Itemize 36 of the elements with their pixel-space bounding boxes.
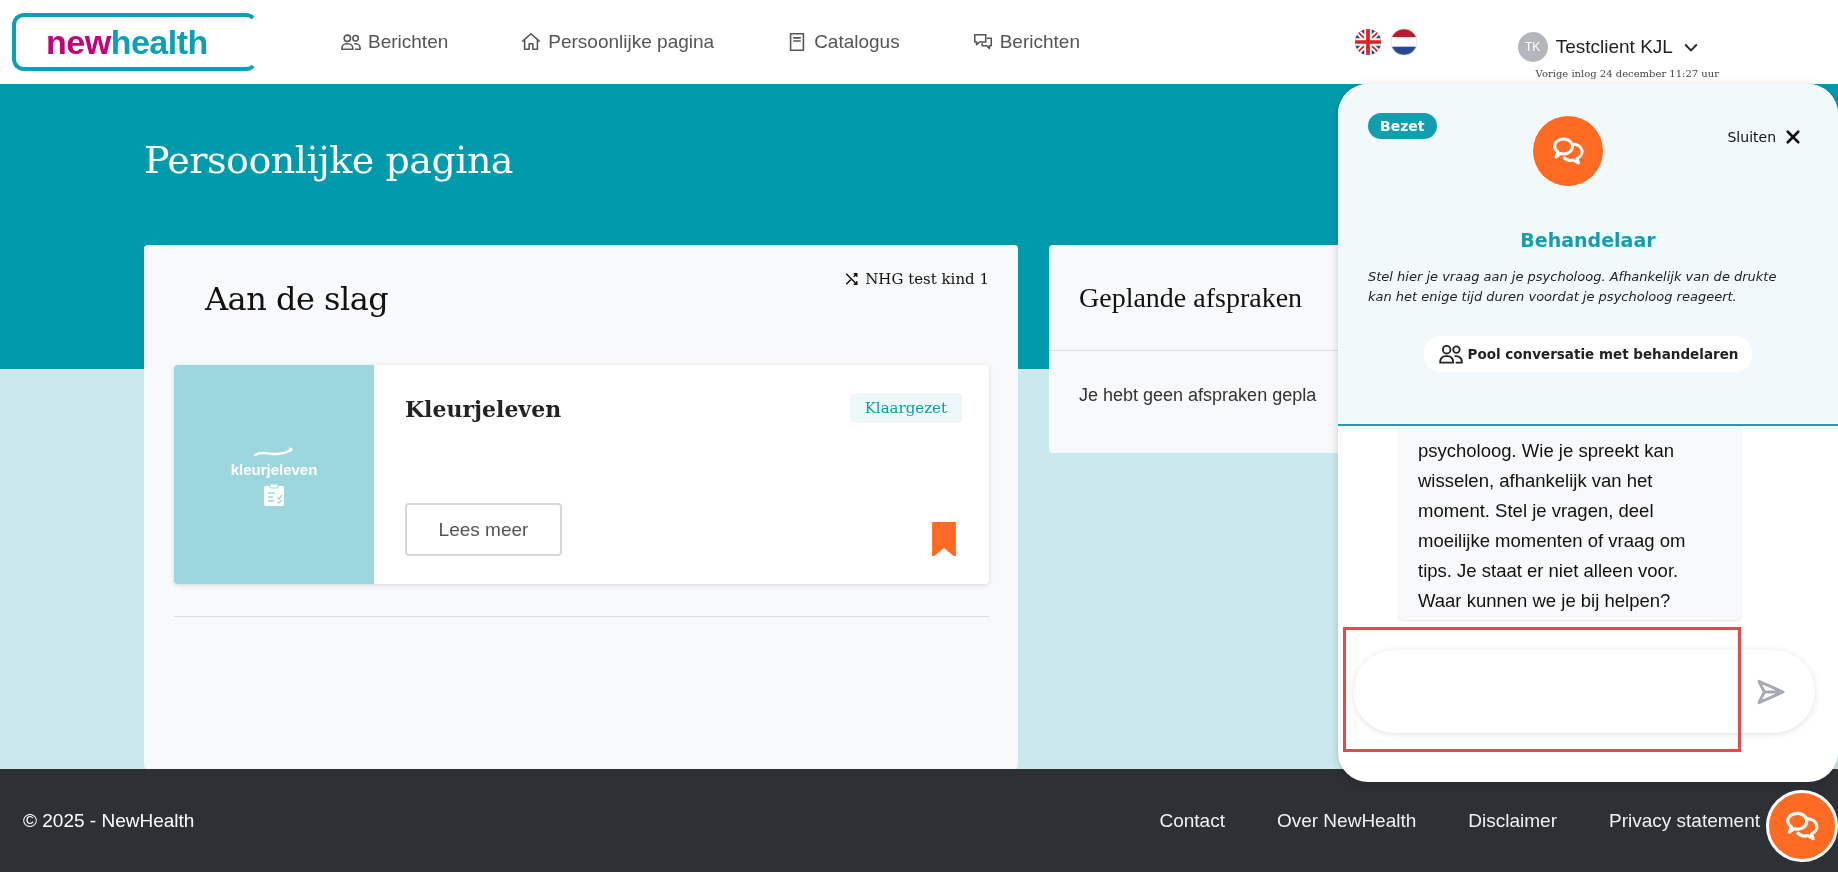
read-more-button[interactable]: Lees meer	[405, 503, 562, 556]
nav-link[interactable]: Berichten	[971, 31, 1080, 53]
nav-link[interactable]: Catalogus	[786, 31, 900, 53]
nav-link[interactable]: Berichten	[340, 31, 449, 53]
footer-link[interactable]: Contact	[1159, 809, 1225, 832]
home-icon	[520, 31, 543, 53]
intro-text: Stel hier je vraag aan je psycholoog. Afhankelijk van de drukte kan het enige tijd duren voordat je psycholoog reageert.	[1367, 268, 1778, 306]
footer-link[interactable]: Privacy statement	[1609, 809, 1760, 832]
child-name[interactable]: NHG test kind 1	[865, 270, 989, 288]
section-title: Aan de slag	[203, 279, 389, 320]
footer-link[interactable]: Over NewHealth	[1276, 809, 1417, 832]
nav-link[interactable]: Persoonlijke pagina	[520, 31, 715, 53]
last-login-text: Vorige inlog 24 december 11:27 uur	[1535, 67, 1719, 79]
status-badge: Bezet	[1368, 113, 1437, 139]
avatar: TK	[1517, 31, 1548, 62]
pool-conversation-button[interactable]: Pool conversatie met behandelaren	[1423, 336, 1753, 372]
section-title: Geplande afspraken	[1079, 281, 1303, 314]
course-title: Kleurjeleven	[405, 396, 562, 422]
page-title: Persoonlijke pagina	[144, 137, 513, 184]
status-badge: Klaargezet	[849, 393, 962, 423]
course-card[interactable]: kleurjeleven Kleurjeleven Klaargezet Lees meer	[174, 365, 989, 584]
close-icon	[1784, 128, 1802, 146]
chat-message: psycholoog. Wie je spreekt kan wisselen, afhankelijk van het moment. Stel je vragen, deel moeilijke momenten of vraag om tips. Je staat er niet alleen voor. Waar kunnen we je bij helpen?	[1398, 426, 1742, 620]
clipboard-icon	[262, 482, 286, 508]
message-input[interactable]	[1353, 650, 1815, 733]
nl-flag-icon[interactable]	[1389, 28, 1418, 56]
uk-flag-icon[interactable]	[1353, 28, 1382, 56]
bookmark-icon[interactable]	[930, 522, 958, 556]
chat-title: Behandelaar	[1520, 229, 1656, 251]
user-name[interactable]: Testclient KJL	[1555, 35, 1673, 58]
course-logo-text: kleurjeleven	[230, 461, 318, 478]
footer-link[interactable]: Disclaimer	[1468, 809, 1557, 832]
people-icon	[340, 31, 362, 53]
empty-text: Je hebt geen afspraken gepla	[1079, 385, 1317, 405]
copyright-text: © 2025 - NewHealth	[23, 809, 195, 832]
close-button[interactable]: Sluiten	[1727, 128, 1802, 146]
